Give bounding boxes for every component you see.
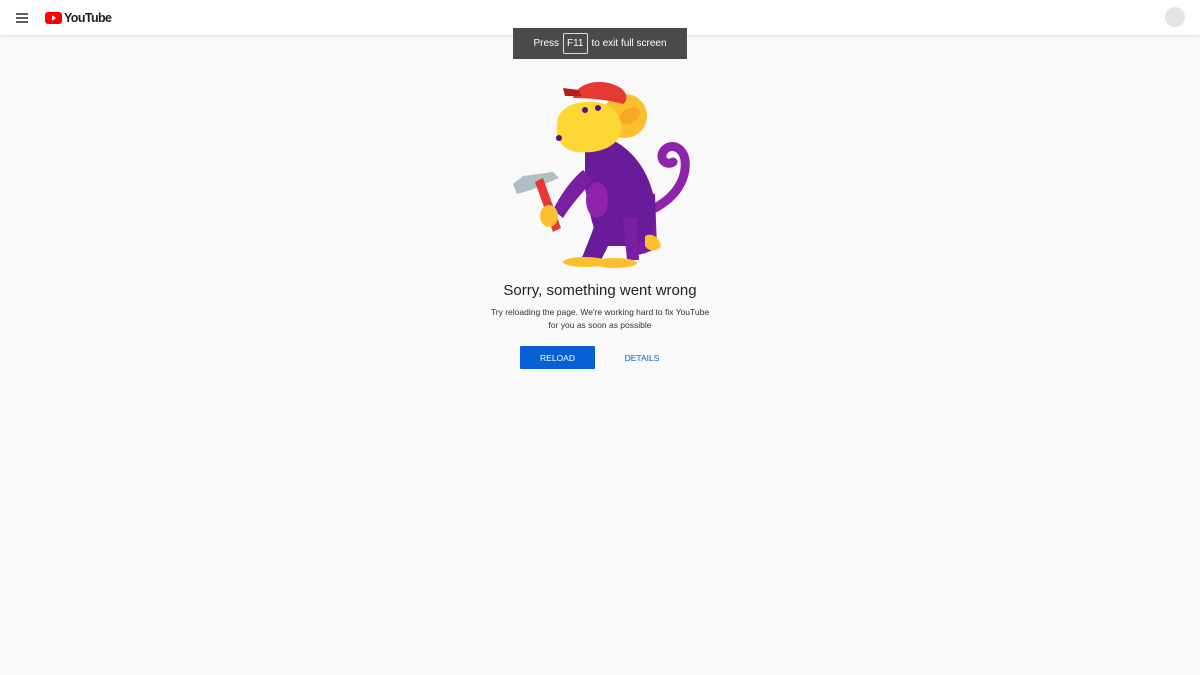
error-description-line-1: Try reloading the page. We're working ha…	[490, 307, 710, 317]
fullscreen-notice: Press F11 to exit full screen	[513, 28, 687, 59]
youtube-play-icon	[45, 12, 62, 24]
error-description: Try reloading the page. We're working ha…	[480, 306, 720, 332]
logo-text: YouTube	[64, 11, 112, 25]
hamburger-menu-icon[interactable]	[14, 9, 32, 27]
fullscreen-notice-suffix: to exit full screen	[591, 38, 667, 49]
reload-button[interactable]: RELOAD	[520, 346, 595, 369]
monkey-illustration	[513, 82, 690, 268]
fullscreen-notice-key: F11	[563, 33, 588, 54]
error-description-line-2: for you as soon as possible	[548, 320, 652, 330]
account-avatar[interactable]	[1165, 7, 1185, 27]
youtube-logo[interactable]: YouTube	[45, 9, 112, 27]
details-button[interactable]: DETAILS	[614, 346, 670, 369]
error-title: Sorry, something went wrong	[503, 282, 697, 299]
fullscreen-notice-prefix: Press	[533, 38, 559, 49]
